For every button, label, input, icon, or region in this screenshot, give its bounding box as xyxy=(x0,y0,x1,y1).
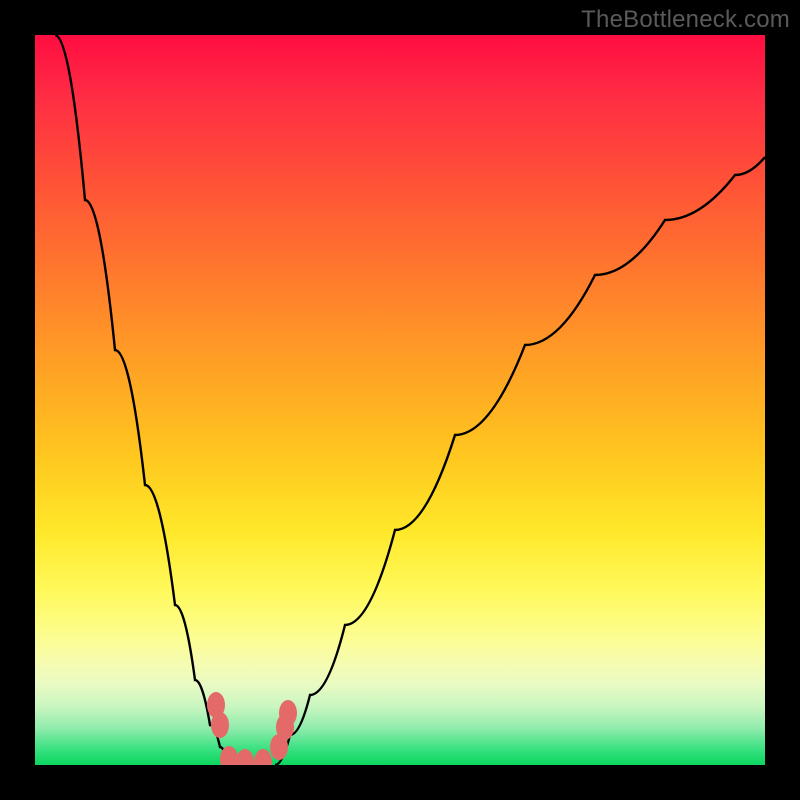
chart-frame: TheBottleneck.com xyxy=(0,0,800,800)
marker-group xyxy=(207,692,297,765)
marker-p8 xyxy=(279,700,297,726)
marker-p5 xyxy=(254,749,272,765)
watermark-text: TheBottleneck.com xyxy=(581,6,790,34)
curve-layer xyxy=(35,35,765,765)
plot-area xyxy=(35,35,765,765)
marker-p2 xyxy=(211,712,229,738)
marker-p4 xyxy=(236,749,254,765)
left-curve xyxy=(55,35,235,765)
right-curve xyxy=(275,157,765,765)
